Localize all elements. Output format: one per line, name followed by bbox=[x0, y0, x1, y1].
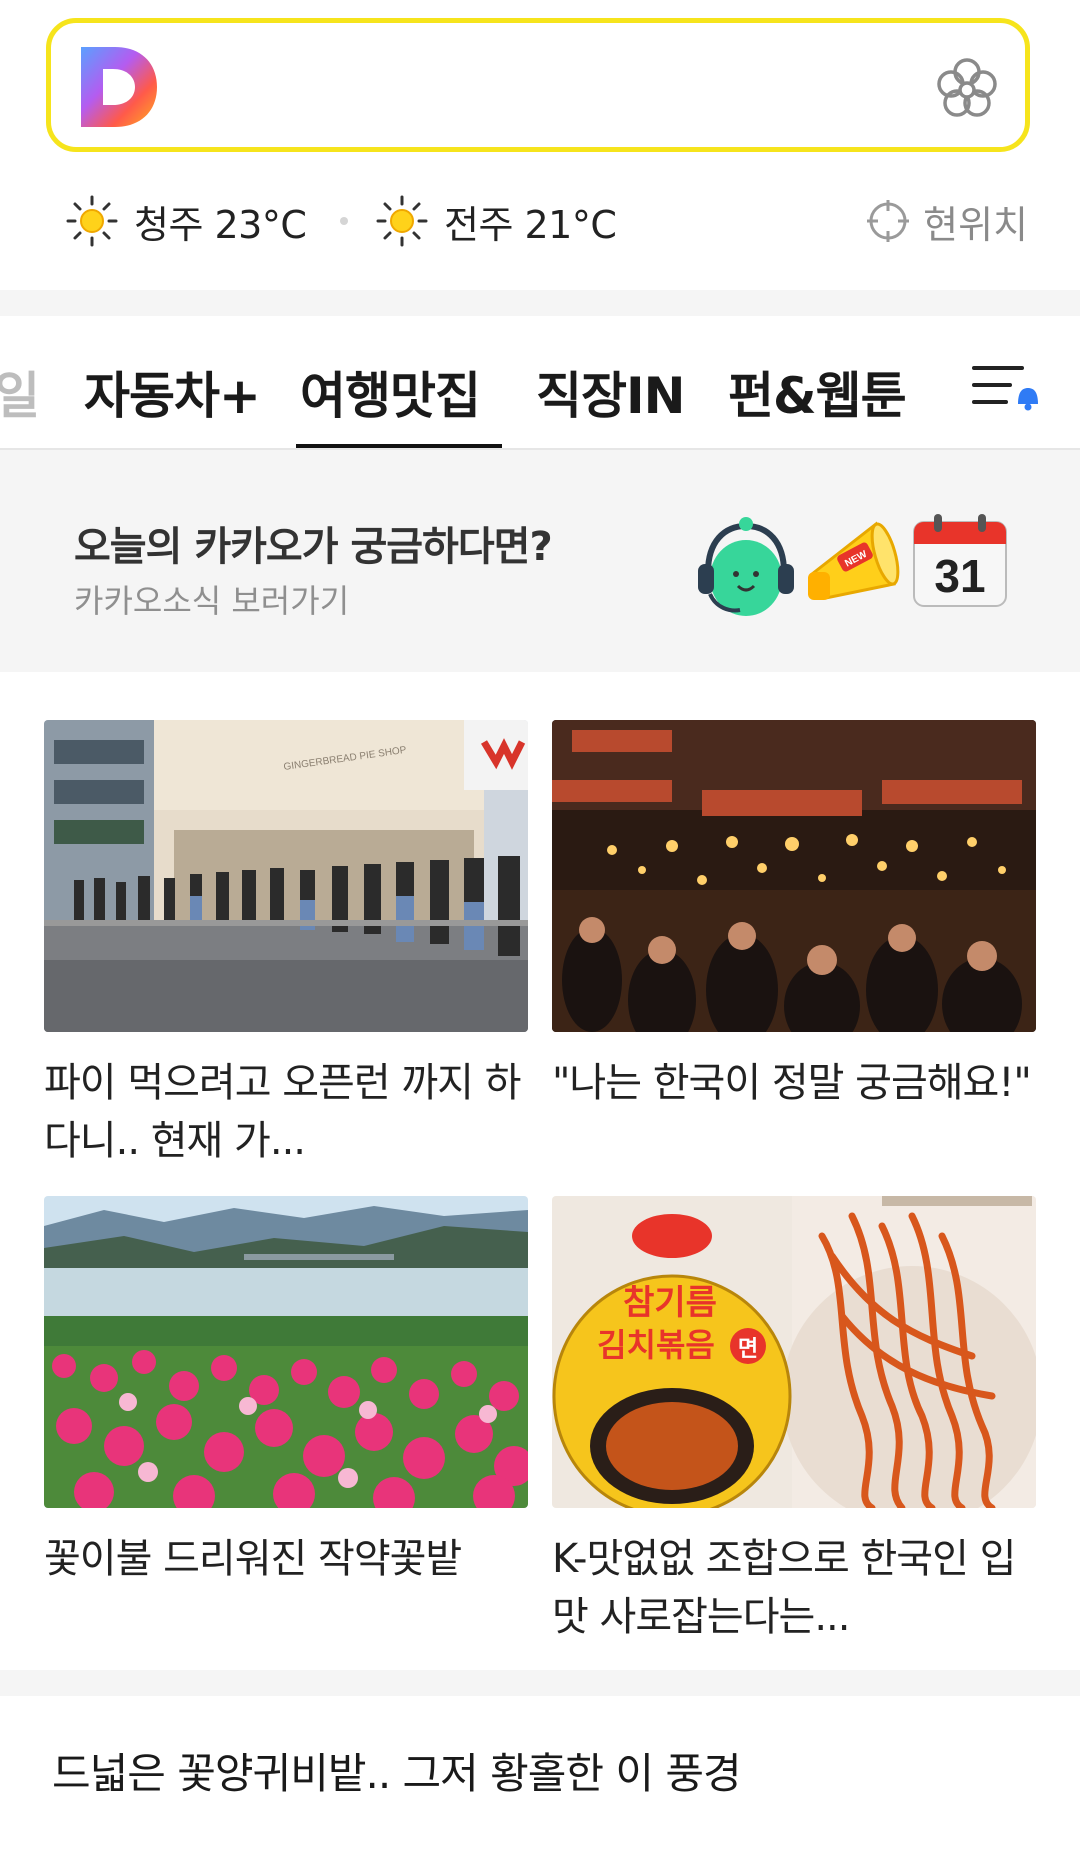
article-thumbnail[interactable]: GINGERBREAD PIE SHOP bbox=[44, 720, 528, 1032]
calendar-day: 31 bbox=[934, 550, 985, 602]
weather-text: 전주 21°C bbox=[444, 202, 617, 247]
pie-shop-queue-photo: GINGERBREAD PIE SHOP bbox=[44, 720, 528, 1032]
section-gap bbox=[0, 1670, 1080, 1696]
sun-icon bbox=[66, 195, 118, 247]
article-card[interactable]: 참기름 김치볶음 면 K-맛없없 조합으로 한국인 입맛 사로잡는다는... bbox=[552, 1196, 1036, 1646]
ramen-cup-photo: 참기름 김치볶음 면 bbox=[552, 1196, 1036, 1508]
tab-travel-food[interactable]: 여행맛집 bbox=[300, 356, 481, 428]
article-caption[interactable]: 파이 먹으려고 오픈런 까지 하다니.. 현재 가... bbox=[44, 1054, 528, 1170]
weather-item-2[interactable]: 전주 21°C bbox=[376, 186, 617, 256]
tab-auto[interactable]: 자동차+ bbox=[84, 356, 261, 428]
location-label: 현위치 bbox=[923, 202, 1028, 247]
article-caption[interactable]: K-맛없없 조합으로 한국인 입맛 사로잡는다는... bbox=[552, 1530, 1036, 1646]
article-card[interactable]: GINGERBREAD PIE SHOP 파이 먹으려고 오픈런 까지 하다니.… bbox=[44, 720, 528, 1170]
calendar-icon: 31 bbox=[913, 514, 1007, 607]
kakao-news-banner[interactable]: 오늘의 카카오가 궁금하다면? 카카오소식 보러가기 NEW 31 bbox=[0, 450, 1080, 672]
category-tabs: 일 자동차+ 여행맛집 직장IN 펀&웹툰 bbox=[0, 316, 1080, 450]
article-thumbnail[interactable] bbox=[44, 1196, 528, 1508]
product-line-2: 김치볶음 bbox=[597, 1326, 715, 1364]
weather-row: 청주 23°C 전주 21°C 현위치 bbox=[0, 186, 1080, 256]
sun-icon bbox=[376, 195, 428, 247]
article-thumbnail[interactable] bbox=[552, 720, 1036, 1032]
night-market-photo bbox=[552, 720, 1036, 1032]
character-headset-icon bbox=[698, 517, 794, 616]
banner-subtitle[interactable]: 카카오소식 보러가기 bbox=[74, 576, 349, 622]
section-gap bbox=[0, 290, 1080, 316]
weather-text: 청주 23°C bbox=[134, 202, 307, 247]
tab-partial[interactable]: 일 bbox=[0, 356, 40, 428]
headline-text[interactable]: 드넓은 꽃양귀비밭.. 그저 황홀한 이 풍경 bbox=[52, 1740, 742, 1801]
article-card[interactable]: "나는 한국이 정말 궁금해요!" bbox=[552, 720, 1036, 1170]
separator-dot bbox=[340, 217, 348, 225]
megaphone-new-icon: NEW bbox=[808, 521, 900, 600]
tab-fun-webtoon[interactable]: 펀&웹툰 bbox=[728, 356, 907, 428]
product-line-3: 면 bbox=[738, 1337, 758, 1362]
search-bar[interactable] bbox=[46, 18, 1030, 152]
menu-bell-icon[interactable] bbox=[970, 360, 1042, 412]
banner-title: 오늘의 카카오가 궁금하다면? bbox=[74, 524, 553, 570]
article-card[interactable]: 꽃이불 드리워진 작약꽃밭 bbox=[44, 1196, 528, 1646]
crosshair-icon bbox=[867, 200, 910, 242]
article-caption[interactable]: "나는 한국이 정말 궁금해요!" bbox=[552, 1054, 1036, 1170]
tab-workplace[interactable]: 직장IN bbox=[536, 356, 685, 428]
current-location-button[interactable]: 현위치 bbox=[865, 186, 1028, 256]
daum-logo[interactable] bbox=[81, 47, 157, 127]
product-line-1: 참기름 bbox=[623, 1283, 717, 1323]
article-thumbnail[interactable]: 참기름 김치볶음 면 bbox=[552, 1196, 1036, 1508]
peony-field-photo bbox=[44, 1196, 528, 1508]
weather-item-1[interactable]: 청주 23°C bbox=[66, 186, 307, 256]
article-caption[interactable]: 꽃이불 드리워진 작약꽃밭 bbox=[44, 1530, 528, 1646]
flower-icon[interactable] bbox=[935, 57, 999, 121]
